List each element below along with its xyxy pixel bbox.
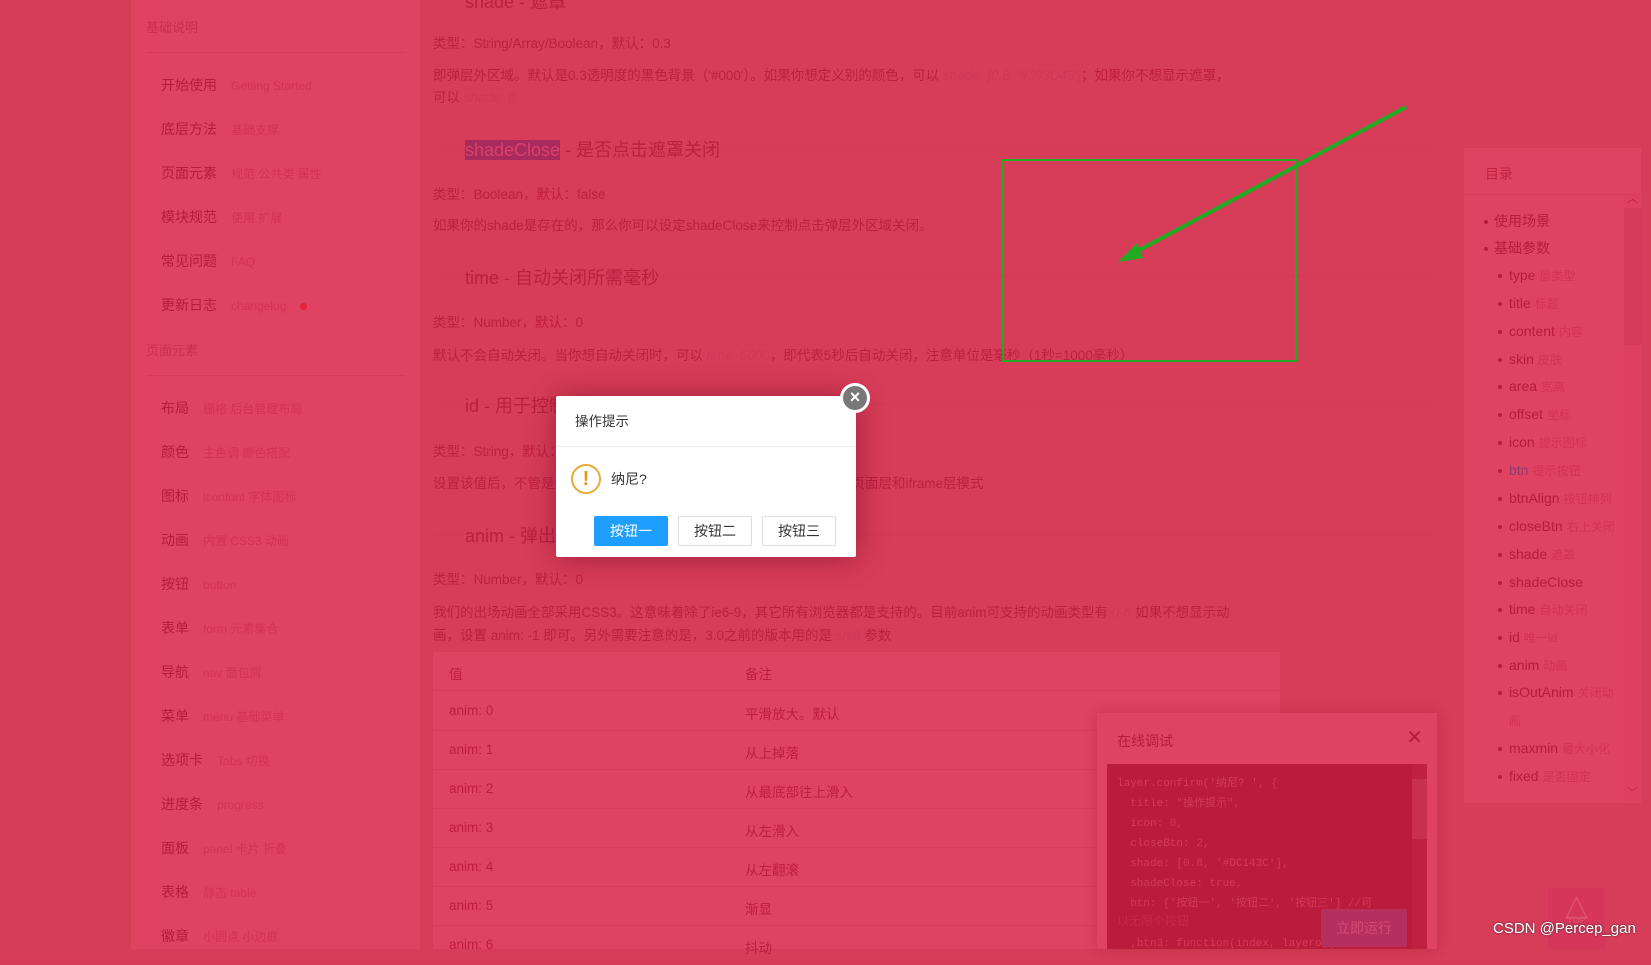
table-of-contents: 目录 使用场景 基础参数 type 层类型 title 标题 content 内容 skin 皮肤… [1464, 148, 1641, 803]
dialog-message: 纳尼? [611, 471, 647, 487]
toc-item-label: maxmin [1509, 740, 1559, 757]
toc-item-sub: 自动关闭 [1539, 602, 1588, 617]
toc-item[interactable]: offset 坐标 [1484, 401, 1624, 429]
toc-item[interactable]: closeBtn 右上关闭 [1484, 513, 1624, 541]
toc-item-label: btn [1509, 462, 1529, 479]
toc-item-label: icon [1509, 434, 1535, 451]
toc-item[interactable]: fixed 是否固定 [1484, 763, 1624, 791]
toc-item[interactable]: 使用场景 [1484, 208, 1624, 235]
close-icon[interactable]: ✕ [1406, 725, 1423, 750]
back-to-top-button[interactable]: △ TOP [1548, 888, 1605, 949]
toc-item-label: 基础参数 [1494, 239, 1550, 256]
code-wrap-text: 以无限个按钮 [1117, 914, 1190, 928]
confirm-dialog: 操作提示 ! 纳尼? 按钮一 按钮二 按钮三 [556, 396, 856, 557]
toc-item-label: isOutAnim [1509, 684, 1574, 701]
toc-item-label: type [1509, 266, 1536, 283]
toc-item[interactable]: icon 提示图标 [1484, 429, 1624, 457]
toc-item-sub: 标题 [1534, 296, 1559, 311]
toc-item-sub: 是否固定 [1542, 770, 1591, 785]
toc-item[interactable]: time 自动关闭 [1484, 596, 1624, 624]
toc-item-label: shadeClose [1509, 573, 1583, 590]
toc-title: 目录 [1485, 166, 1513, 182]
toc-item[interactable]: id 唯一id [1484, 624, 1624, 652]
toc-item-sub: 宽高 [1541, 380, 1566, 395]
toc-item-label: btnAlign [1509, 490, 1560, 507]
toc-item-sub: 最大小化 [1562, 742, 1611, 757]
scrollbar-thumb[interactable] [1624, 208, 1641, 345]
toc-item[interactable]: isOutAnim 关闭动画 [1484, 679, 1624, 735]
toc-item[interactable]: area 宽高 [1484, 373, 1624, 401]
toc-item-label: content [1509, 322, 1555, 339]
toc-item-label: time [1509, 600, 1536, 617]
toc-item[interactable]: btnAlign 按钮排列 [1484, 485, 1624, 513]
toc-item[interactable]: shadeClose [1484, 569, 1624, 596]
toc-item[interactable]: shade 遮罩 [1484, 541, 1624, 569]
toc-item-label: anim [1509, 656, 1540, 673]
divider [1464, 194, 1641, 195]
button-two[interactable]: 按钮二 [678, 516, 752, 546]
scrollbar-thumb[interactable] [1412, 779, 1427, 839]
toc-item-sub: 唯一id [1523, 630, 1558, 645]
close-icon[interactable]: × [840, 383, 870, 413]
toc-item-label: shade [1509, 545, 1548, 562]
toc-item-sub: 动画 [1543, 658, 1568, 673]
run-button[interactable]: 立即运行 [1321, 909, 1407, 947]
toc-item-sub: 右上关闭 [1566, 519, 1615, 534]
toc-item-label: title [1509, 294, 1531, 311]
button-three[interactable]: 按钮三 [762, 516, 836, 546]
toc-item-sub: 层类型 [1539, 268, 1576, 283]
toc-item-label: fixed [1509, 768, 1539, 785]
watermark: CSDN @Percep_gan [1493, 920, 1636, 937]
online-debug-panel: 在线调试 ✕ layer.confirm('纳尼? ', { title: "操… [1097, 713, 1437, 949]
toc-item[interactable]: type 层类型 [1484, 262, 1624, 290]
toc-scrollbar[interactable] [1624, 195, 1641, 801]
button-one[interactable]: 按钮一 [594, 516, 668, 546]
dialog-title: 操作提示 [556, 396, 856, 447]
toc-item-label: 使用场景 [1494, 213, 1550, 229]
toc-item-sub: 坐标 [1547, 408, 1572, 423]
toc-item-label: closeBtn [1509, 517, 1563, 534]
toc-item-sub: 皮肤 [1537, 352, 1562, 367]
debug-title: 在线调试 [1117, 733, 1173, 749]
toc-item[interactable]: 基础参数 [1484, 235, 1624, 262]
toc-item-sub: 提示按钮 [1532, 464, 1581, 479]
toc-item-label: id [1509, 628, 1520, 645]
toc-item[interactable]: skin 皮肤 [1484, 346, 1624, 374]
toc-item[interactable]: maxmin 最大小化 [1484, 735, 1624, 763]
toc-item[interactable]: anim 动画 [1484, 652, 1624, 680]
toc-item-sub: 遮罩 [1551, 547, 1576, 562]
chevron-up-icon[interactable]: ︿ [1627, 190, 1638, 206]
chevron-down-icon[interactable]: ﹀ [1627, 784, 1638, 800]
toc-item-sub: 按钮排列 [1563, 492, 1612, 507]
toc-item[interactable]: content 内容 [1484, 318, 1624, 346]
toc-item[interactable]: btn 提示按钮 [1484, 457, 1624, 485]
toc-item-label: skin [1509, 350, 1534, 367]
toc-item-sub: 提示图标 [1538, 436, 1587, 451]
toc-item[interactable]: title 标题 [1484, 290, 1624, 318]
code-scrollbar[interactable] [1412, 764, 1427, 949]
toc-item-label: offset [1509, 406, 1543, 423]
warning-exclamation-icon: ! [571, 464, 601, 494]
toc-item-sub: 内容 [1558, 324, 1583, 339]
toc-item-label: area [1509, 378, 1538, 395]
